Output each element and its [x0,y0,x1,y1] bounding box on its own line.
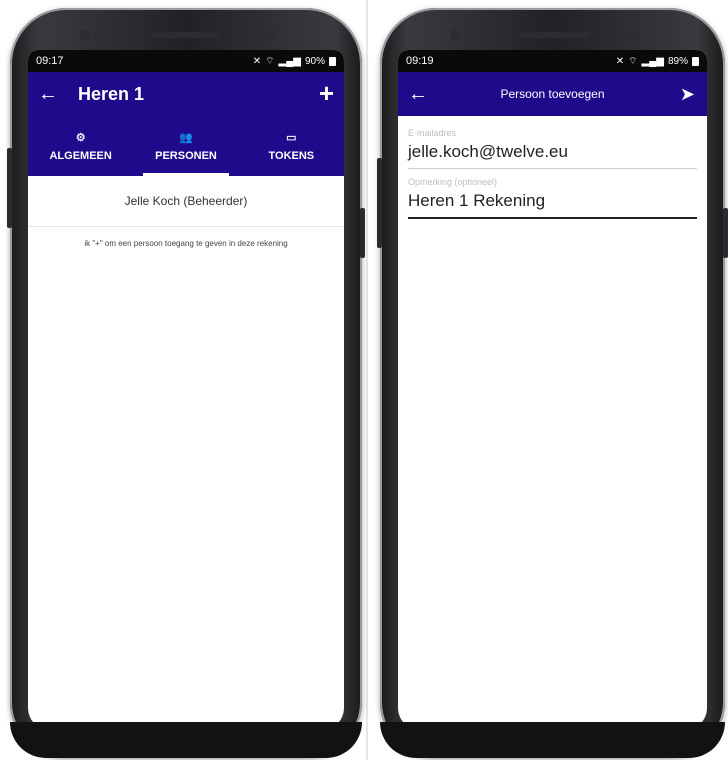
sensor-dot [630,30,640,40]
screenshot-divider [366,0,368,760]
email-label: E-mailadres [408,128,457,138]
tab-label: TOKENS [268,149,315,162]
app-bar: ← Heren 1 + ⚙ ALGEMEEN 👥 PERSONEN ▭ TOKE… [28,72,344,176]
tab-tokens[interactable]: ▭ TOKENS [239,116,344,176]
add-person-icon[interactable]: + [319,78,334,108]
tab-bar: ⚙ ALGEMEEN 👥 PERSONEN ▭ TOKENS [28,116,344,176]
camera-dot [450,30,460,40]
power-button [723,208,728,258]
wifi-icon: ⌔ [265,55,275,67]
hint-text: ik "+" om een persoon toegang te geven i… [84,239,288,248]
volume-button [7,148,12,228]
status-bar: 09:17 ✕ ⌔ ▂▄▆ 90% [28,50,344,72]
mute-icon: ✕ [252,55,262,67]
power-button [360,208,365,258]
send-icon[interactable]: ➤ [680,84,695,105]
email-field[interactable]: E-mailadres jelle.koch@twelve.eu [408,128,697,169]
people-icon: 👥 [179,131,193,144]
page-title: Heren 1 [78,83,145,104]
volume-button [377,158,382,248]
status-indicators: ✕ ⌔ ▂▄▆ 89% [616,55,699,68]
status-time: 09:17 [36,55,64,67]
speaker-grille [150,32,220,38]
battery-percent: 90% [304,55,325,67]
phone-left: 09:17 ✕ ⌔ ▂▄▆ 90% ← Heren 1 + ⚙ ALGEMEEN [7,8,365,758]
gear-icon: ⚙ [75,131,86,144]
status-indicators: ✕ ⌔ ▂▄▆ 90% [253,55,336,68]
signal-icon: ▂▄▆ [641,55,664,67]
phone-chin [10,722,362,758]
remark-label: Opmerking (optioneel) [408,177,498,187]
status-time: 09:19 [406,55,434,67]
page-title: Persoon toevoegen [500,87,605,101]
screen-left: 09:17 ✕ ⌔ ▂▄▆ 90% ← Heren 1 + ⚙ ALGEMEEN [28,50,344,730]
battery-icon [329,56,336,66]
tab-label: PERSONEN [155,149,217,162]
battery-icon [692,56,699,66]
wifi-icon: ⌔ [628,55,638,67]
tab-label: ALGEMEEN [49,149,112,162]
app-bar: ← Persoon toevoegen ➤ [398,72,707,116]
sensor-dot [265,30,275,40]
tab-algemeen[interactable]: ⚙ ALGEMEEN [28,116,133,176]
back-arrow-icon[interactable]: ← [38,83,60,106]
battery-percent: 89% [667,55,688,67]
camera-dot [80,30,90,40]
signal-icon: ▂▄▆ [278,55,301,67]
add-person-form: E-mailadres jelle.koch@twelve.eu Opmerki… [398,116,707,219]
remark-input[interactable]: Heren 1 Rekening [408,187,697,219]
phone-right: 09:19 ✕ ⌔ ▂▄▆ 89% ← Persoon toevoegen ➤ … [377,8,728,758]
person-list-item[interactable]: Jelle Koch (Beheerder) [28,176,344,227]
speaker-grille [520,32,590,38]
mute-icon: ✕ [615,55,625,67]
card-icon: ▭ [286,131,297,144]
remark-field[interactable]: Opmerking (optioneel) Heren 1 Rekening [408,177,697,219]
screen-right: 09:19 ✕ ⌔ ▂▄▆ 89% ← Persoon toevoegen ➤ … [398,50,707,730]
email-input[interactable]: jelle.koch@twelve.eu [408,138,697,169]
person-name: Jelle Koch (Beheerder) [124,194,248,208]
phone-chin [380,722,725,758]
tab-personen[interactable]: 👥 PERSONEN [133,116,238,176]
status-bar: 09:19 ✕ ⌔ ▂▄▆ 89% [398,50,707,72]
